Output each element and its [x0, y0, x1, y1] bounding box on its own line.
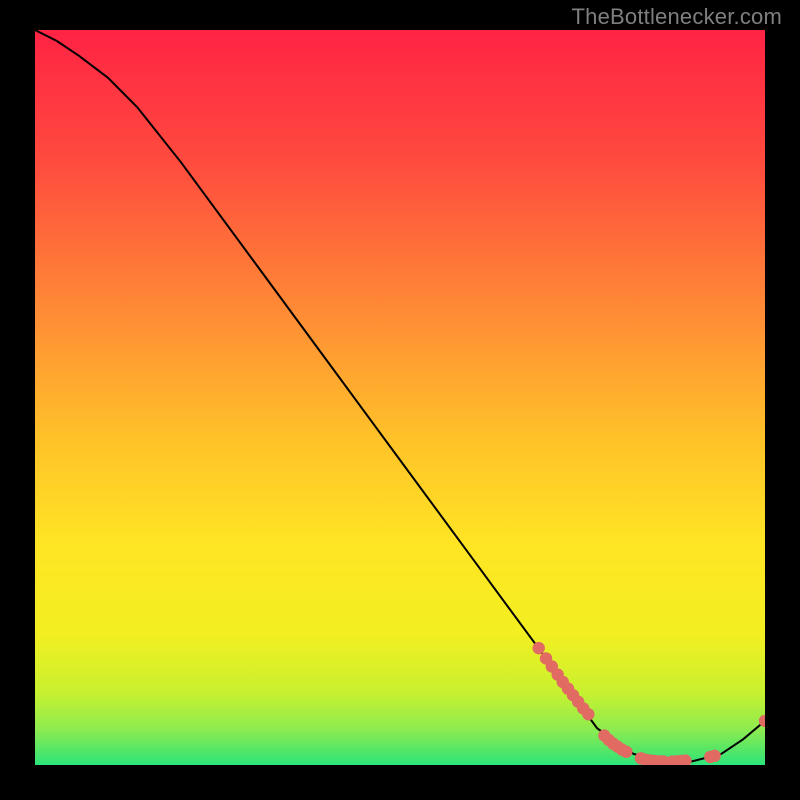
gradient-background: [35, 30, 765, 765]
data-point: [582, 708, 594, 720]
chart-plot: [35, 30, 765, 765]
data-point: [620, 746, 632, 758]
watermark-text: TheBottlenecker.com: [572, 4, 782, 30]
chart-frame: TheBottlenecker.com: [0, 0, 800, 800]
data-point: [533, 642, 545, 654]
data-point: [708, 750, 720, 762]
